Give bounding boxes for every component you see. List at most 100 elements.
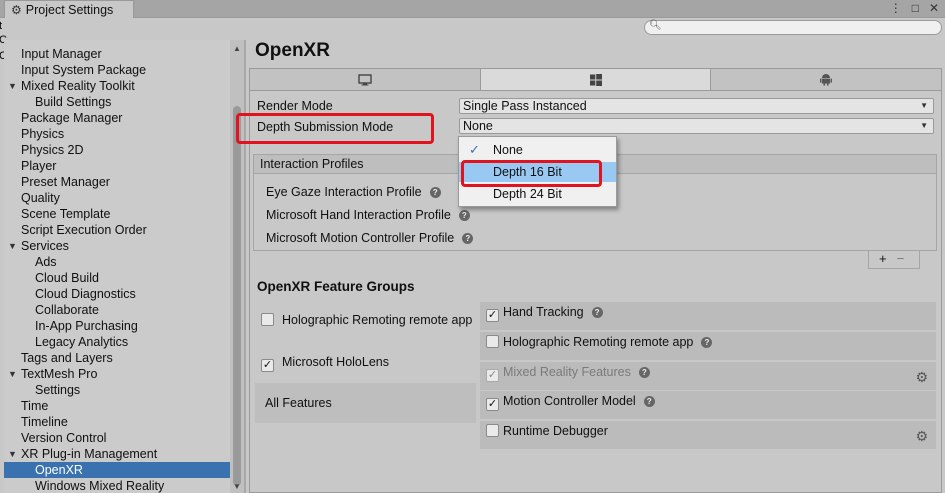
- sidebar-item-time[interactable]: Time: [21, 398, 48, 414]
- sidebar-item-in-app-purchasing[interactable]: In-App Purchasing: [35, 318, 138, 334]
- gear-icon[interactable]: ⚙: [915, 426, 928, 446]
- search-icon: 🔍︎: [649, 20, 662, 31]
- feature-motion-controller-model: ✓ Motion Controller Model?: [480, 391, 936, 419]
- help-icon[interactable]: ?: [701, 337, 713, 348]
- maximize-icon[interactable]: □: [912, 1, 919, 15]
- render-mode-label: Render Mode: [257, 99, 333, 113]
- tab-android[interactable]: [711, 69, 942, 90]
- sidebar-item-player[interactable]: Player: [21, 158, 56, 174]
- sidebar-item-label: XR Plug-in Management: [21, 447, 158, 461]
- sidebar-item-label: Mixed Reality Toolkit: [21, 79, 135, 93]
- sidebar-item-label: Legacy Analytics: [35, 335, 129, 349]
- sidebar-item-xr-plug-in-management[interactable]: ▼ XR Plug-in Management: [8, 446, 158, 462]
- list-item[interactable]: Microsoft Motion Controller Profile?: [266, 231, 474, 245]
- sidebar-item-openxr[interactable]: OpenXR: [4, 462, 230, 478]
- sidebar-item-cloud-build[interactable]: Cloud Build: [35, 270, 99, 286]
- feature-group-holographic-remoting[interactable]: Holographic Remoting remote app: [261, 313, 472, 327]
- help-icon[interactable]: ?: [429, 187, 441, 198]
- sidebar-item-label: Cloud Diagnostics: [35, 287, 136, 301]
- scroll-up-icon[interactable]: ▲: [233, 44, 241, 53]
- close-icon[interactable]: ✕: [929, 1, 939, 15]
- tab-windows[interactable]: [480, 69, 712, 90]
- checkbox[interactable]: ✓: [486, 309, 499, 322]
- sidebar-item-label: Quality: [21, 191, 60, 205]
- sidebar-item-package-manager[interactable]: Package Manager: [21, 110, 122, 126]
- sidebar-item-ads[interactable]: Ads: [35, 254, 57, 270]
- expand-arrow-icon[interactable]: ▼: [8, 238, 17, 254]
- sidebar-item-build-settings[interactable]: Build Settings: [35, 94, 111, 110]
- sidebar-item-script-execution-order[interactable]: Script Execution Order: [21, 222, 147, 238]
- sidebar-item-label: Physics 2D: [21, 143, 84, 157]
- menu-item-depth-24[interactable]: Depth 24 Bit: [459, 184, 616, 204]
- list-item[interactable]: Microsoft Hand Interaction Profile?: [266, 208, 470, 222]
- project-settings-tab[interactable]: ⚙ Project Settings: [4, 0, 134, 19]
- list-item[interactable]: Eye Gaze Interaction Profile?: [266, 185, 441, 199]
- checkbox[interactable]: [486, 424, 499, 437]
- scrollbar-thumb[interactable]: [233, 106, 241, 486]
- render-mode-dropdown[interactable]: Single Pass Instanced ▼: [459, 98, 934, 114]
- remove-profile-button[interactable]: −: [897, 251, 905, 266]
- sidebar-item-label: Version Control: [21, 431, 107, 445]
- checkbox[interactable]: ✓: [486, 398, 499, 411]
- expand-arrow-icon[interactable]: ▼: [8, 366, 17, 382]
- more-options-icon[interactable]: ⋮: [890, 1, 902, 15]
- menu-item-none[interactable]: ✓ None: [459, 140, 616, 160]
- expand-arrow-icon[interactable]: ▼: [8, 78, 17, 94]
- sidebar-item-timeline[interactable]: Timeline: [21, 414, 68, 430]
- expand-arrow-icon[interactable]: ▼: [8, 446, 17, 462]
- depth-submission-dropdown[interactable]: None ▼: [459, 118, 934, 134]
- settings-sidebar: Input Manager Input System Package ▼ Mixed …: [4, 40, 230, 493]
- chevron-down-icon: ▼: [920, 101, 928, 110]
- add-profile-button[interactable]: +: [879, 251, 887, 266]
- sidebar-item-legacy-analytics[interactable]: Legacy Analytics: [35, 334, 128, 350]
- feature-runtime-debugger: Runtime Debugger ⚙: [480, 421, 936, 449]
- sidebar-item-services[interactable]: ▼ Services: [8, 238, 69, 254]
- monitor-icon: [358, 73, 372, 85]
- checkbox[interactable]: ✓: [261, 359, 274, 372]
- sidebar-item-textmesh-pro[interactable]: ▼ TextMesh Pro: [8, 366, 97, 382]
- sidebar-item-physics-2d[interactable]: Physics 2D: [21, 142, 84, 158]
- sidebar-item-tags-and-layers[interactable]: Tags and Layers: [21, 350, 113, 366]
- sidebar-item-preset-manager[interactable]: Preset Manager: [21, 174, 110, 190]
- sidebar-scrollbar[interactable]: ▲ ▼: [230, 40, 244, 493]
- sidebar-item-label: Ads: [35, 255, 57, 269]
- help-icon[interactable]: ?: [591, 307, 603, 318]
- sidebar-item-label: Player: [21, 159, 57, 173]
- sidebar-item-collaborate[interactable]: Collaborate: [35, 302, 99, 318]
- help-icon[interactable]: ?: [458, 210, 470, 221]
- sidebar-item-physics[interactable]: Physics: [21, 126, 64, 142]
- feature-group-hololens[interactable]: ✓ Microsoft HoloLens: [261, 355, 389, 372]
- sidebar-item-scene-template[interactable]: Scene Template: [21, 206, 110, 222]
- sidebar-item-label: Collaborate: [35, 303, 99, 317]
- help-icon[interactable]: ?: [638, 367, 650, 378]
- checkbox[interactable]: [261, 313, 274, 326]
- sidebar-item-version-control[interactable]: Version Control: [21, 430, 106, 446]
- render-mode-value: Single Pass Instanced: [463, 99, 587, 113]
- scroll-down-icon[interactable]: ▼: [233, 482, 241, 491]
- sidebar-item-label: Cloud Build: [35, 271, 99, 285]
- sidebar-item-input-system-package[interactable]: Input System Package: [21, 62, 146, 78]
- sidebar-item-input-manager[interactable]: Input Manager: [21, 46, 102, 62]
- tab-standalone[interactable]: [250, 69, 481, 90]
- sidebar-item-label: Tags and Layers: [21, 351, 113, 365]
- sidebar-item-windows-mixed-reality[interactable]: Windows Mixed Reality: [35, 478, 164, 493]
- feature-mixed-reality: ✓ Mixed Reality Features? ⚙: [480, 362, 936, 390]
- search-input[interactable]: 🔍︎: [644, 20, 942, 35]
- sidebar-item-cloud-diagnostics[interactable]: Cloud Diagnostics: [35, 286, 136, 302]
- sidebar-item-mixed-reality-toolkit[interactable]: ▼ Mixed Reality Toolkit: [8, 78, 135, 94]
- sidebar-item-settings[interactable]: Settings: [35, 382, 80, 398]
- help-icon[interactable]: ?: [462, 233, 474, 244]
- sidebar-item-label: OpenXR: [35, 463, 83, 477]
- sidebar-item-label: Scene Template: [21, 207, 111, 221]
- list-add-remove: + −: [868, 251, 920, 269]
- android-icon: [820, 74, 833, 86]
- gear-icon[interactable]: ⚙: [915, 367, 928, 387]
- gear-icon: ⚙: [11, 3, 22, 17]
- all-features-item[interactable]: All Features: [255, 383, 476, 423]
- main-panel: OpenXR Render Mode Single Pass Instanced…: [236, 40, 945, 493]
- checkbox[interactable]: [486, 335, 499, 348]
- help-icon[interactable]: ?: [643, 396, 655, 407]
- sidebar-item-quality[interactable]: Quality: [21, 190, 60, 206]
- menu-item-label: Depth 24 Bit: [493, 187, 562, 201]
- menu-item-label: None: [493, 143, 523, 157]
